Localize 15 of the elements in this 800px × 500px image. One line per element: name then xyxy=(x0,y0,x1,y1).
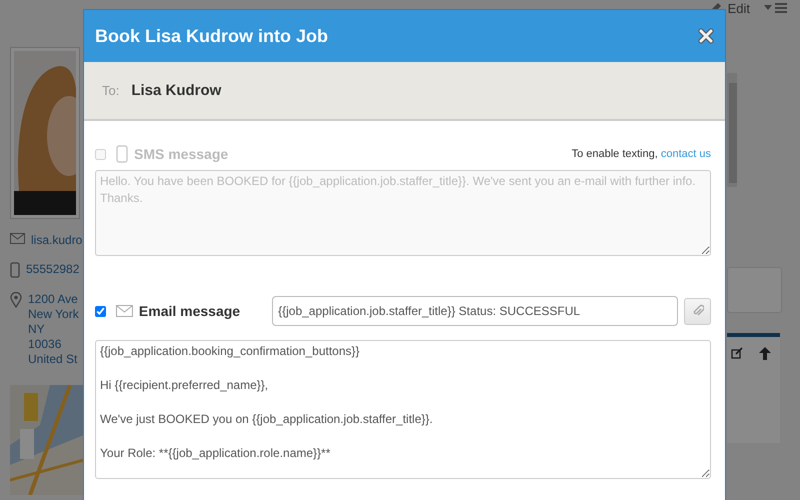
address-line: New York xyxy=(28,307,79,322)
address-line: 10036 xyxy=(28,337,62,352)
subject-field[interactable]: {{job_application.job.staffer_title}} Status: SUCCESSFUL xyxy=(272,296,678,326)
texting-notice: To enable texting, contact us xyxy=(572,148,711,160)
address-line: United St xyxy=(28,352,78,367)
address-line: NY xyxy=(28,322,46,337)
sms-label: SMS message xyxy=(134,146,228,162)
recipient-name: Lisa Kudrow xyxy=(131,82,222,99)
address-line: 1200 Ave xyxy=(28,292,79,307)
email-link[interactable]: lisa.kudro xyxy=(31,233,82,248)
to-label: To: xyxy=(102,83,120,98)
email-label: Email message xyxy=(138,303,240,319)
dialog-title: Book Lisa Kudrow into Job xyxy=(95,26,328,46)
email-body-field[interactable]: {{job_application.booking_confirmation_buttons}} Hi {{recipient.preferred_name}}, We've just BOOKED you on {{job_application.job.staffer_title}}. Your Role: **{{job_application.role.name}}** xyxy=(95,340,711,479)
phone-number: 55552982 xyxy=(26,262,80,277)
